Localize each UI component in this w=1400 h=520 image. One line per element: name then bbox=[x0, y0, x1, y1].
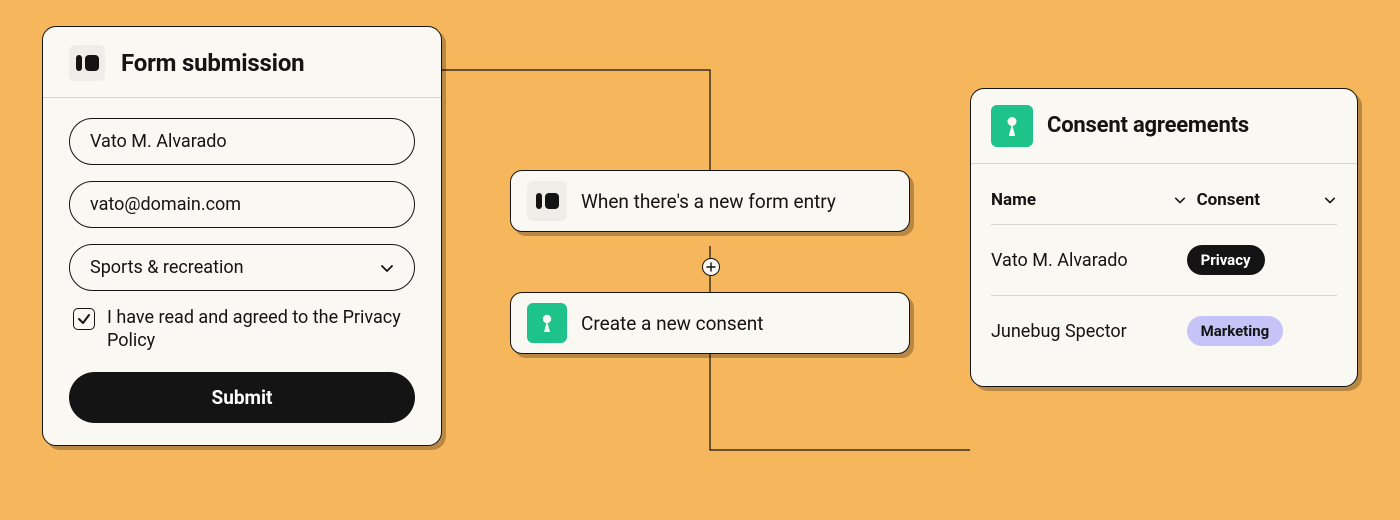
column-header-consent-label: Consent bbox=[1197, 190, 1260, 210]
diagram-canvas: Form submission Vato M. Alvarado vato@do… bbox=[0, 0, 1400, 520]
form-panel-title: Form submission bbox=[121, 49, 304, 77]
privacy-consent-checkbox-row[interactable]: I have read and agreed to the Privacy Po… bbox=[69, 307, 415, 352]
cell-name: Junebug Spector bbox=[991, 301, 1187, 362]
column-header-name[interactable]: Name bbox=[991, 172, 1187, 224]
cell-consent: Privacy bbox=[1187, 225, 1337, 295]
plus-icon bbox=[706, 262, 716, 272]
automation-trigger-card[interactable]: When there's a new form entry bbox=[510, 170, 910, 232]
email-field[interactable]: vato@domain.com bbox=[69, 181, 415, 228]
brand-icon bbox=[527, 181, 567, 221]
table-row: Junebug Spector Marketing bbox=[991, 296, 1337, 366]
name-field[interactable]: Vato M. Alvarado bbox=[69, 118, 415, 165]
chevron-down-icon bbox=[1323, 193, 1337, 207]
column-header-consent[interactable]: Consent bbox=[1187, 172, 1337, 224]
name-field-value: Vato M. Alvarado bbox=[90, 131, 227, 152]
form-submission-panel: Form submission Vato M. Alvarado vato@do… bbox=[42, 26, 442, 446]
consent-panel-header: Consent agreements bbox=[971, 89, 1357, 164]
form-panel-body: Vato M. Alvarado vato@domain.com Sports … bbox=[43, 98, 441, 445]
automation-action-label: Create a new consent bbox=[581, 312, 764, 335]
consent-table-head: Name Consent bbox=[991, 172, 1337, 225]
consent-badge: Marketing bbox=[1187, 316, 1284, 346]
privacy-consent-checkbox[interactable] bbox=[73, 308, 95, 330]
keyhole-icon bbox=[991, 105, 1033, 147]
keyhole-icon bbox=[527, 303, 567, 343]
chevron-down-icon bbox=[1173, 193, 1187, 207]
consent-table: Name Consent Vato M. Alvarado Privacy bbox=[971, 164, 1357, 386]
submit-button-label: Submit bbox=[212, 386, 273, 409]
privacy-consent-label: I have read and agreed to the Privacy Po… bbox=[107, 307, 411, 352]
submit-button[interactable]: Submit bbox=[69, 372, 415, 423]
cell-consent: Marketing bbox=[1187, 296, 1337, 366]
email-field-value: vato@domain.com bbox=[90, 194, 241, 215]
consent-badge: Privacy bbox=[1187, 245, 1265, 275]
topic-select-value: Sports & recreation bbox=[90, 257, 244, 278]
add-step-button[interactable] bbox=[702, 258, 720, 276]
table-row: Vato M. Alvarado Privacy bbox=[991, 225, 1337, 296]
column-header-name-label: Name bbox=[991, 190, 1036, 210]
cell-name: Vato M. Alvarado bbox=[991, 230, 1187, 291]
form-panel-header: Form submission bbox=[43, 27, 441, 98]
brand-icon bbox=[69, 45, 105, 81]
topic-select[interactable]: Sports & recreation bbox=[69, 244, 415, 291]
consent-agreements-panel: Consent agreements Name Consent Vat bbox=[970, 88, 1358, 387]
automation-action-card[interactable]: Create a new consent bbox=[510, 292, 910, 354]
automation-trigger-label: When there's a new form entry bbox=[581, 190, 836, 213]
chevron-down-icon bbox=[380, 261, 394, 275]
consent-panel-title: Consent agreements bbox=[1047, 113, 1249, 138]
check-icon bbox=[77, 312, 91, 326]
